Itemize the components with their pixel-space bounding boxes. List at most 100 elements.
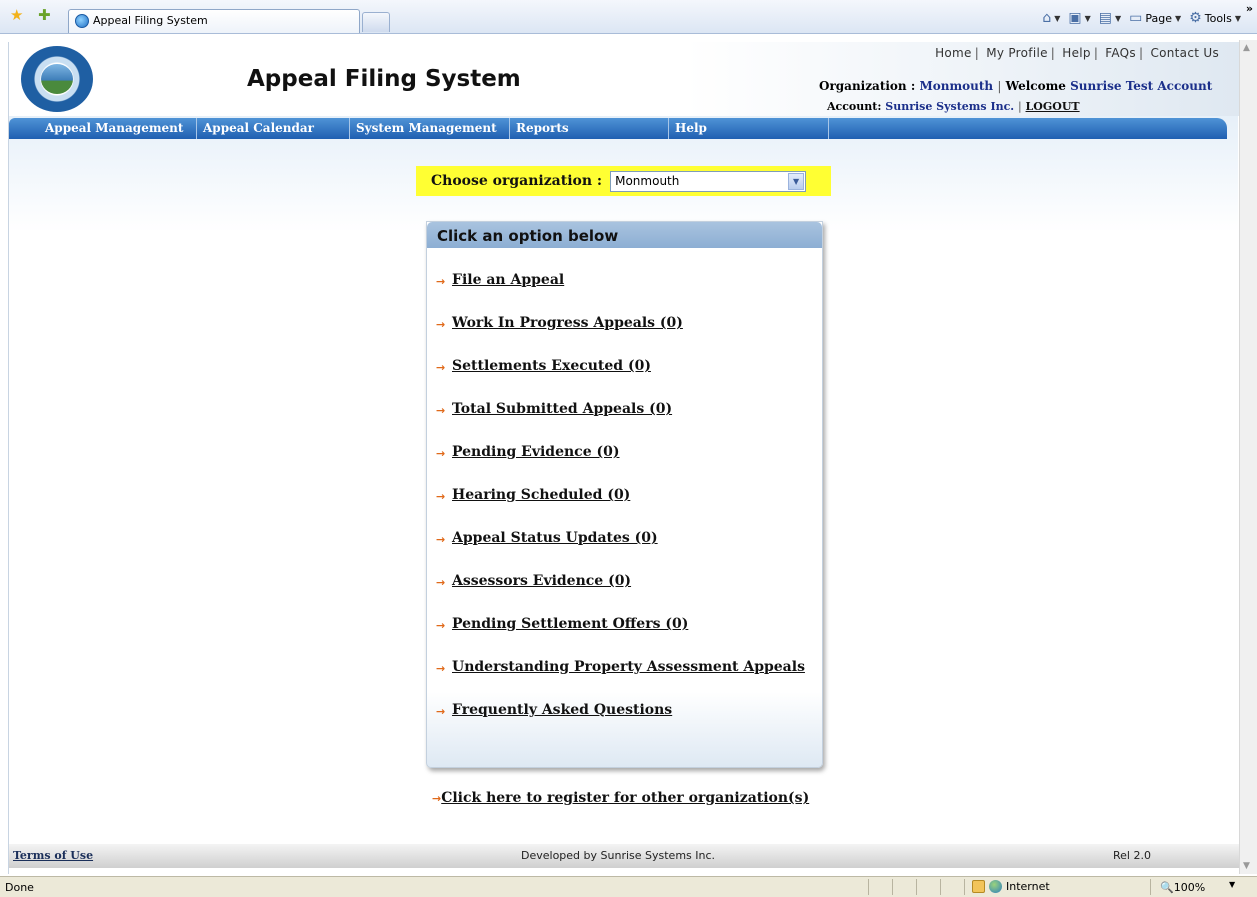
nav-label: Appeal Calendar [203,121,314,135]
list-item: → Settlements Executed (0) [427,358,822,401]
arrow-right-icon: → [436,662,446,675]
help-link[interactable]: Help [1062,46,1091,60]
main-nav: Appeal Management Appeal Calendar System… [9,118,1227,139]
total-submitted-link[interactable]: Total Submitted Appeals (0) [452,401,672,417]
add-favorites-icon[interactable]: ✚ [38,7,51,23]
ie-page-icon [75,14,89,28]
nav-label: Help [675,121,707,135]
pending-evidence-link[interactable]: Pending Evidence (0) [452,444,619,460]
scroll-down-icon[interactable]: ▼ [1243,861,1250,871]
zoom-level[interactable]: 🔍100% [1160,881,1205,894]
options-panel: Click an option below → File an Appeal → W… [426,221,823,768]
choose-organization-bar: Choose organization : Monmouth ▼ [416,166,831,196]
status-text: Done [5,881,34,894]
chevron-down-icon[interactable]: ▼ [1229,880,1235,889]
understanding-appeals-link[interactable]: Understanding Property Assessment Appeal… [452,659,805,675]
vertical-scrollbar[interactable]: ▲ ▼ [1239,40,1257,874]
page-footer: Terms of Use Developed by Sunrise System… [9,844,1239,868]
home-link[interactable]: Home [935,46,972,60]
toolbar-overflow-icon[interactable]: » [1246,2,1253,15]
logout-link[interactable]: LOGOUT [1026,100,1080,113]
protected-mode-icon [972,880,985,893]
contact-us-link[interactable]: Contact Us [1150,46,1219,60]
developed-by-text: Developed by Sunrise Systems Inc. [521,849,716,862]
chevron-down-icon[interactable]: ▼ [788,172,805,190]
nav-label: System Management [356,121,497,135]
nav-appeal-calendar[interactable]: Appeal Calendar [197,118,350,139]
zoom-value: 100% [1173,881,1206,894]
command-bar: ⌂ ▼ ▣ ▼ ▤ ▼ ▭ Page ▼ ⚙ Tools ▼ [1042,10,1241,26]
welcome-label: Welcome [1005,79,1066,93]
welcome-value: Sunrise Test Account [1070,79,1213,93]
options-heading: Click an option below [427,222,822,248]
faq-link[interactable]: Frequently Asked Questions [452,702,672,718]
nav-appeal-management[interactable]: Appeal Management [9,118,197,139]
county-seal-logo [21,46,93,112]
gear-icon: ⚙ [1189,10,1202,26]
work-in-progress-link[interactable]: Work In Progress Appeals (0) [452,315,683,331]
appeal-status-updates-link[interactable]: Appeal Status Updates (0) [452,530,658,546]
arrow-right-icon: → [436,576,446,589]
browser-toolbar: ★ ✚ Appeal Filing System ⌂ ▼ ▣ ▼ ▤ ▼ ▭ Page ▼… [0,0,1257,34]
hearing-scheduled-link[interactable]: Hearing Scheduled (0) [452,487,630,503]
list-item: → Pending Evidence (0) [427,444,822,487]
print-button[interactable]: ▤ ▼ [1099,10,1121,26]
account-line: Account: Sunrise Systems Inc. | LOGOUT [827,100,1080,113]
list-item: → Understanding Property Assessment Appea… [427,659,822,702]
options-list: → File an Appeal → Work In Progress Appeal… [427,248,822,745]
page-icon: ▭ [1129,10,1143,26]
register-line: →Click here to register for other organi… [432,790,809,806]
list-item: → Assessors Evidence (0) [427,573,822,616]
home-icon: ⌂ [1042,10,1052,26]
list-item: → Pending Settlement Offers (0) [427,616,822,659]
security-zone[interactable]: Internet [972,880,1050,893]
file-an-appeal-link[interactable]: File an Appeal [452,272,564,288]
terms-of-use-link[interactable]: Terms of Use [13,849,93,862]
settlements-executed-link[interactable]: Settlements Executed (0) [452,358,651,374]
list-item: → Frequently Asked Questions [427,702,822,745]
nav-reports[interactable]: Reports [510,118,669,139]
chevron-down-icon: ▼ [1114,13,1122,23]
assessors-evidence-link[interactable]: Assessors Evidence (0) [452,573,631,589]
tools-menu[interactable]: ⚙ Tools ▼ [1189,10,1241,26]
my-profile-link[interactable]: My Profile [986,46,1048,60]
list-item: → Hearing Scheduled (0) [427,487,822,530]
arrow-right-icon: → [436,533,446,546]
choose-organization-label: Choose organization : [431,173,603,189]
page-content: Appeal Filing System Home | My Profile | H… [8,42,1239,874]
release-version: Rel 2.0 [1113,849,1151,862]
site-header: Appeal Filing System Home | My Profile | H… [9,42,1239,116]
home-button[interactable]: ⌂ ▼ [1042,10,1060,26]
arrow-right-icon: → [436,318,446,331]
pending-settlement-offers-link[interactable]: Pending Settlement Offers (0) [452,616,688,632]
organization-select[interactable]: Monmouth ▼ [610,170,807,192]
nav-help[interactable]: Help [669,118,829,139]
list-item: → Work In Progress Appeals (0) [427,315,822,358]
page-menu-label: Page [1145,11,1173,25]
account-value: Sunrise Systems Inc. [885,100,1015,113]
rss-icon: ▣ [1068,10,1082,26]
register-other-org-link[interactable]: Click here to register for other organiz… [441,790,809,806]
nav-system-management[interactable]: System Management [350,118,510,139]
arrow-right-icon: → [436,619,446,632]
browser-tab-title: Appeal Filing System [93,14,208,27]
favorites-star-icon[interactable]: ★ [10,7,23,23]
browser-status-bar: Done Internet 🔍100% ▼ [0,876,1257,897]
chevron-down-icon: ▼ [1234,13,1241,23]
page-menu[interactable]: ▭ Page ▼ [1129,10,1181,26]
organization-line: Organization : Monmouth | Welcome Sunris… [819,79,1213,93]
chevron-down-icon: ▼ [1084,13,1091,23]
chevron-down-icon: ▼ [1054,13,1061,23]
scroll-up-icon[interactable]: ▲ [1243,43,1250,53]
feeds-button[interactable]: ▣ ▼ [1068,10,1090,26]
organization-label: Organization : [819,79,916,93]
arrow-right-icon: → [436,490,446,503]
top-links: Home | My Profile | Help | FAQs | Contact Us [935,46,1219,60]
browser-tab[interactable]: Appeal Filing System [68,9,360,33]
new-tab-button[interactable] [362,12,390,32]
faqs-link[interactable]: FAQs [1105,46,1136,60]
arrow-right-icon: → [436,705,446,718]
nav-label: Appeal Management [45,121,184,135]
zone-label: Internet [1006,880,1050,893]
organization-select-value: Monmouth [615,173,680,188]
